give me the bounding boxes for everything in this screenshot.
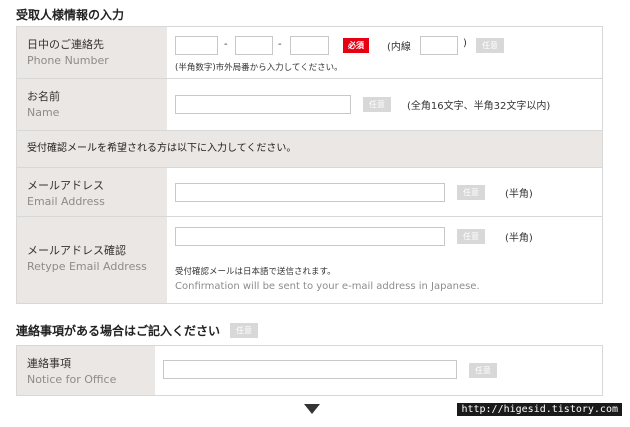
email-label-cell: メールアドレス Email Address [17,168,167,216]
office-label: 連絡事項 [27,357,71,370]
email-confirm-hint: (半角) [505,233,533,244]
section-title-recipient: 受取人様情報の入力 [16,8,125,22]
optional-badge: 任意 [457,185,485,200]
email-confirm-field-cell: 任意 (半角) 受付確認メールは日本語で送信されます。 Confirmation… [167,217,602,303]
email-field-cell: 任意 (半角) [167,168,602,216]
optional-badge: 任意 [457,229,485,244]
optional-badge: 任意 [230,323,258,338]
confirmation-note-jp: 受付確認メールは日本語で送信されます。 [175,267,336,277]
email-confirm-label-cell: メールアドレス確認 Retype Email Address [17,217,167,303]
phone-label: 日中のご連絡先 [27,38,104,51]
phone-row: 日中のご連絡先 Phone Number - - 必須 (内線 ) 任意 (半角… [17,27,602,79]
recipient-form: 日中のご連絡先 Phone Number - - 必須 (内線 ) 任意 (半角… [16,26,603,304]
email-label: メールアドレス [27,179,104,192]
phone-dash-2: - [278,39,282,50]
section-title-notice: 連絡事項がある場合はご記入ください [16,324,221,338]
email-confirm-row: メールアドレス確認 Retype Email Address 任意 (半角) 受… [17,217,602,303]
office-textarea[interactable] [163,360,457,379]
ext-close-label: ) [463,38,467,49]
name-input[interactable] [175,95,351,114]
phone-hint: (半角数字)市外局番から入力してください。 [175,63,343,73]
email-hint: (半角) [505,189,533,200]
email-row: メールアドレス Email Address 任意 (半角) [17,168,602,217]
name-hint: (全角16文字、半角32文字以内) [407,101,551,112]
office-label-en: Notice for Office [27,373,117,386]
required-badge: 必須 [343,38,369,53]
phone-field-cell: - - 必須 (内線 ) 任意 (半角数字)市外局番から入力してください。 [167,27,602,78]
name-label-cell: お名前 Name [17,79,167,130]
office-label-cell: 連絡事項 Notice for Office [17,346,155,395]
email-confirm-input[interactable] [175,227,445,246]
optional-badge: 任意 [476,38,504,53]
email-notice: 受付確認メールを希望される方は以下に入力してください。 [17,131,602,168]
phone-label-cell: 日中のご連絡先 Phone Number [17,27,167,78]
email-confirm-label-en: Retype Email Address [27,260,147,273]
email-label-en: Email Address [27,195,105,208]
phone-local-input[interactable] [235,36,273,55]
ext-open-label: (内線 [387,42,411,53]
optional-badge: 任意 [469,363,497,378]
name-label: お名前 [27,90,60,103]
phone-label-en: Phone Number [27,54,109,67]
office-row: 連絡事項 Notice for Office 任意 [17,346,602,395]
phone-area-input[interactable] [175,36,218,55]
phone-ext-input[interactable] [420,36,458,55]
watermark-url: http://higesid.tistory.com [457,403,622,416]
name-field-cell: 任意 (全角16文字、半角32文字以内) [167,79,602,130]
email-input[interactable] [175,183,445,202]
office-field-cell: 任意 [155,346,602,395]
phone-number-input[interactable] [290,36,329,55]
phone-dash-1: - [224,39,228,50]
email-confirm-label: メールアドレス確認 [27,244,126,257]
scroll-down-arrow-icon[interactable] [304,404,320,414]
optional-badge: 任意 [363,97,391,112]
name-label-en: Name [27,106,60,119]
name-row: お名前 Name 任意 (全角16文字、半角32文字以内) [17,79,602,131]
confirmation-note-en: Confirmation will be sent to your e-mail… [175,281,480,292]
office-form: 連絡事項 Notice for Office 任意 [16,345,603,396]
